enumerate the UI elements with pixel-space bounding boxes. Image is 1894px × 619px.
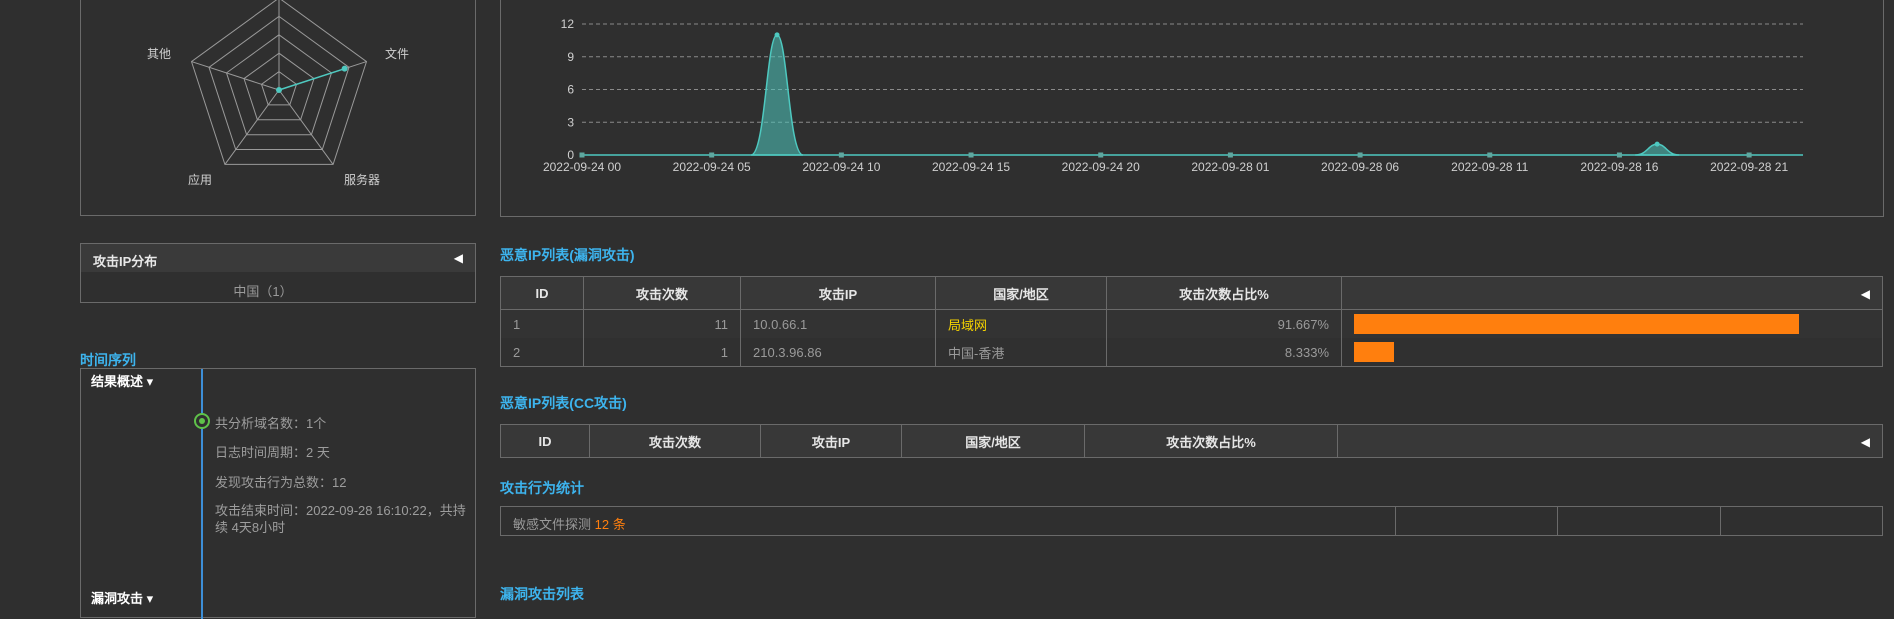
x-tick-marker xyxy=(1746,152,1752,158)
radar-panel: 文件 服务器 应用 其他 xyxy=(80,0,476,216)
ip-distribution-item: 中国（1） xyxy=(233,284,293,299)
x-tick-marker xyxy=(1227,152,1233,158)
cell-region: 中国-香港 xyxy=(935,338,1107,366)
col-id[interactable]: ID xyxy=(500,424,590,458)
radar-spoke xyxy=(224,89,280,165)
cc-ip-table: ID 攻击次数 攻击IP 国家/地区 攻击次数占比% ◀ xyxy=(500,424,1883,458)
col-count[interactable]: 攻击次数 xyxy=(589,424,761,458)
timeline-node-icon xyxy=(194,413,210,429)
y-tick-label: 3 xyxy=(567,115,574,129)
x-tick-label: 2022-09-24 10 xyxy=(802,160,880,174)
radar-chart xyxy=(190,0,368,165)
x-tick-marker xyxy=(968,152,974,158)
attack-stats-title: 攻击行为统计 xyxy=(500,480,584,496)
col-bar: ◀ xyxy=(1341,276,1883,310)
timeline-entry-total: 发现攻击行为总数：12 xyxy=(215,475,347,490)
radar-label-server: 服务器 xyxy=(344,173,381,187)
radar-point xyxy=(341,65,348,72)
ip-distribution-title: 攻击IP分布 xyxy=(93,254,158,269)
col-id[interactable]: ID xyxy=(500,276,584,310)
vuln-list-title: 漏洞攻击列表 xyxy=(500,586,584,602)
radar-label-other: 其他 xyxy=(147,47,172,61)
x-tick-marker xyxy=(1098,152,1104,158)
attack-stats-row: 敏感文件探测 12 条 xyxy=(500,506,1883,536)
timeline-entry-domains: 共分析域名数：1个 xyxy=(215,416,327,431)
x-tick-label: 2022-09-28 06 xyxy=(1321,160,1399,174)
table-row[interactable]: 2 1 210.3.96.86 中国-香港 8.333% xyxy=(500,338,1883,366)
timeline-axis xyxy=(201,369,203,619)
timeline-entry-endtime: 攻击结束时间：2022-09-28 16:10:22，共持续 4天8小时 xyxy=(215,503,466,535)
x-tick-marker xyxy=(709,152,715,158)
radar-label-app: 应用 xyxy=(188,173,213,187)
stat-label: 敏感文件探测 xyxy=(513,517,592,532)
col-ip[interactable]: 攻击IP xyxy=(740,276,936,310)
timeline-title: 时间序列 xyxy=(80,352,136,368)
x-tick-label: 2022-09-28 01 xyxy=(1191,160,1269,174)
radar-spoke xyxy=(278,89,334,165)
radar-point xyxy=(276,87,282,93)
x-tick-marker xyxy=(1357,152,1363,158)
ratio-bar xyxy=(1354,342,1395,362)
vuln-attack-toggle[interactable]: 漏洞攻击 ▾ xyxy=(91,588,153,607)
attack-trend-panel: 0 3 6 9 12 2022-09-24 00 2022-09-24 05 2022-09-… xyxy=(500,0,1884,217)
cell-pct: 8.333% xyxy=(1106,338,1342,366)
y-tick-label: 9 xyxy=(567,50,574,64)
cell-id: 2 xyxy=(500,338,584,366)
x-tick-marker xyxy=(838,152,844,158)
radar-spoke xyxy=(191,61,280,91)
stat-divider xyxy=(1395,507,1396,535)
cell-ip: 10.0.66.1 xyxy=(740,309,936,338)
cell-count: 11 xyxy=(583,309,741,338)
x-tick-label: 2022-09-28 11 xyxy=(1451,160,1529,174)
cell-id: 1 xyxy=(500,309,584,338)
cell-ip: 210.3.96.86 xyxy=(740,338,936,366)
collapse-icon[interactable]: ◀ xyxy=(1861,287,1870,301)
x-tick-marker xyxy=(1487,152,1493,158)
x-tick-label: 2022-09-24 20 xyxy=(1062,160,1140,174)
cell-count: 1 xyxy=(583,338,741,366)
ip-distribution-panel: 攻击IP分布 ◀ 中国（1） xyxy=(80,243,476,303)
cell-bar xyxy=(1341,338,1883,366)
y-tick-label: 6 xyxy=(567,83,574,97)
x-tick-label: 2022-09-24 00 xyxy=(543,160,621,174)
x-tick-label: 2022-09-24 05 xyxy=(673,160,751,174)
timeline-panel: 结果概述 ▾ 共分析域名数：1个 日志时间周期：2 天 发现攻击行为总数：12 … xyxy=(80,368,476,619)
col-bar: ◀ xyxy=(1337,424,1883,458)
result-summary-toggle[interactable]: 结果概述 ▾ xyxy=(91,371,153,390)
x-tick-label: 2022-09-28 21 xyxy=(1710,160,1788,174)
col-ip[interactable]: 攻击IP xyxy=(760,424,902,458)
radar-label-file: 文件 xyxy=(385,47,410,61)
collapse-icon[interactable]: ◀ xyxy=(454,251,463,265)
ratio-bar xyxy=(1354,314,1799,334)
cell-region: 局域网 xyxy=(935,309,1107,338)
timeline-entry-period: 日志时间周期：2 天 xyxy=(215,445,330,460)
collapse-icon[interactable]: ◀ xyxy=(1861,435,1870,449)
table-row[interactable]: 1 11 10.0.66.1 局域网 91.667% xyxy=(500,309,1883,338)
x-tick-marker xyxy=(579,152,585,158)
col-pct[interactable]: 攻击次数占比% xyxy=(1084,424,1338,458)
x-tick-marker xyxy=(1616,152,1622,158)
cc-ip-table-title: 恶意IP列表(CC攻击) xyxy=(500,395,627,411)
series-point xyxy=(1654,141,1660,147)
col-count[interactable]: 攻击次数 xyxy=(583,276,741,310)
y-tick-label: 12 xyxy=(561,17,575,31)
vuln-ip-table-title: 恶意IP列表(漏洞攻击) xyxy=(500,247,635,263)
stat-count: 12 条 xyxy=(594,517,626,532)
series-area xyxy=(750,34,804,156)
stat-divider xyxy=(1720,507,1721,535)
col-region[interactable]: 国家/地区 xyxy=(901,424,1085,458)
cell-bar xyxy=(1341,309,1883,338)
col-pct[interactable]: 攻击次数占比% xyxy=(1106,276,1342,310)
cell-pct: 91.667% xyxy=(1106,309,1342,338)
ip-distribution-header[interactable]: 攻击IP分布 ◀ xyxy=(81,244,475,272)
attack-trend-chart: 0369122022-09-24 00 2022-09-24 05 2022-09-… xyxy=(543,17,1803,174)
series-point xyxy=(774,32,780,38)
col-region[interactable]: 国家/地区 xyxy=(935,276,1107,310)
x-tick-label: 2022-09-28 16 xyxy=(1580,160,1658,174)
stat-divider xyxy=(1557,507,1558,535)
x-tick-label: 2022-09-24 15 xyxy=(932,160,1010,174)
vuln-ip-table: ID 攻击次数 攻击IP 国家/地区 攻击次数占比% ◀ 1 11 10.0.6… xyxy=(500,276,1883,367)
